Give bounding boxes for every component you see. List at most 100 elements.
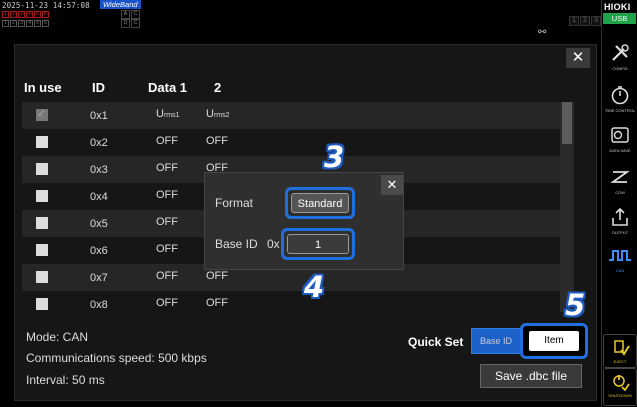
- in-use-checkbox[interactable]: [36, 217, 48, 229]
- data1-value[interactable]: OFF: [156, 243, 178, 255]
- sidebar-label: COM: [615, 190, 625, 195]
- com-icon: [610, 171, 630, 183]
- data2-value[interactable]: Urms2: [206, 108, 230, 120]
- eject-icon: [614, 340, 630, 356]
- sidebar-item-data-save[interactable]: DATA SAVE: [603, 120, 637, 160]
- table-row[interactable]: 0x2 OFF OFF: [22, 129, 560, 156]
- sidebar-item-time-control[interactable]: TIME CONTROL: [603, 80, 637, 120]
- data2-value[interactable]: OFF: [206, 270, 228, 282]
- can-icon: [609, 250, 631, 261]
- data2-sub: rms2: [213, 112, 230, 119]
- data1-value[interactable]: OFF: [156, 270, 178, 282]
- base-id-label: Base ID: [215, 237, 258, 251]
- interval-text: Interval: 50 ms: [26, 373, 105, 387]
- id-format-popup: ✕ Format Standard Base ID 0x 1: [204, 172, 404, 270]
- channel-status: 2: [580, 16, 590, 26]
- channel-indicator: 2: [10, 11, 17, 18]
- channel-indicator: 3: [18, 11, 25, 18]
- sidebar-label: TIME CONTROL: [604, 108, 636, 113]
- row-id: 0x8: [90, 299, 108, 311]
- sidebar-item-com[interactable]: COM: [603, 162, 637, 202]
- row-id: 0x3: [90, 164, 108, 176]
- header-id: ID: [92, 80, 105, 95]
- data1-value[interactable]: Urms1: [156, 108, 180, 120]
- base-id-input[interactable]: 1: [287, 234, 349, 254]
- sidebar-label: OUTPUT: [611, 230, 629, 235]
- data1-sub: rms1: [163, 112, 180, 119]
- channel-indicator: 4: [26, 11, 33, 18]
- in-use-checkbox[interactable]: [36, 298, 48, 310]
- sidebar-item-can[interactable]: CAN: [603, 242, 637, 282]
- dc-label-c: C: [131, 19, 140, 28]
- wideband-badge: WideBand: [100, 0, 141, 9]
- channel-indicator: 1: [2, 20, 9, 27]
- channel-indicator: 1: [2, 11, 9, 18]
- popup-close-button[interactable]: ✕: [381, 175, 403, 195]
- sidebar-label: DATA SAVE: [609, 148, 631, 153]
- channel-indicator: 4: [26, 20, 33, 27]
- row-id: 0x4: [90, 191, 108, 203]
- in-use-checkbox[interactable]: [36, 163, 48, 175]
- dialog-close-button[interactable]: ✕: [566, 48, 590, 68]
- format-select[interactable]: Standard: [291, 193, 349, 213]
- sidebar-item-eject[interactable]: EJECT: [603, 334, 637, 368]
- channel-indicator: 6: [42, 20, 49, 27]
- sidebar-item-config[interactable]: CONFIG: [603, 38, 637, 78]
- quick-set-base-id-button[interactable]: Base ID: [471, 328, 521, 354]
- row-id: 0x6: [90, 245, 108, 257]
- channel-status: 3: [591, 16, 601, 26]
- data2-main: U: [206, 108, 214, 120]
- mode-text: Mode: CAN: [26, 330, 89, 344]
- ac-label-c: C: [131, 10, 140, 19]
- table-row[interactable]: 0x1 Urms1 Urms2: [22, 102, 560, 129]
- save-dbc-button[interactable]: Save .dbc file: [480, 364, 582, 388]
- channel-indicator: 5: [34, 20, 41, 27]
- quick-set-item-button[interactable]: Item: [529, 331, 579, 351]
- storage-badge: USB: [603, 13, 636, 24]
- item-highlight: Item: [520, 323, 588, 359]
- dc-label-d: D: [121, 19, 130, 28]
- data1-value[interactable]: OFF: [156, 216, 178, 228]
- row-id: 0x1: [90, 110, 108, 122]
- usb-connection-icon: ⚯: [538, 27, 547, 38]
- sidebar-item-shutdown[interactable]: SHUTDOWN: [603, 368, 637, 406]
- channel-indicator: 2: [10, 20, 17, 27]
- channel-indicator: 5: [34, 11, 41, 18]
- base-id-highlight: 1: [281, 228, 355, 260]
- channel-indicators-bottom: 1 2 3 4 5 6: [2, 20, 49, 27]
- sidebar-label: CONFIG: [612, 66, 628, 71]
- in-use-checkbox[interactable]: [36, 271, 48, 283]
- in-use-checkbox[interactable]: [36, 244, 48, 256]
- ac-label-a: A: [121, 10, 130, 19]
- base-id-prefix: 0x: [267, 237, 280, 251]
- row-id: 0x7: [90, 272, 108, 284]
- data1-value[interactable]: OFF: [156, 189, 178, 201]
- channel-indicators-top: 1 2 3 4 5 6: [2, 11, 49, 18]
- timestamp: 2025-11-23 14:57:08: [2, 1, 90, 10]
- in-use-checkbox[interactable]: [36, 190, 48, 202]
- scrollbar-thumb[interactable]: [562, 102, 572, 144]
- row-id: 0x5: [90, 218, 108, 230]
- data1-value[interactable]: OFF: [156, 135, 178, 147]
- data1-value[interactable]: OFF: [156, 297, 178, 309]
- header-data1: Data 1: [148, 80, 188, 95]
- data2-value[interactable]: OFF: [206, 135, 228, 147]
- step-4-marker: 4: [304, 270, 325, 304]
- speed-text: Communications speed: 500 kbps: [26, 351, 207, 365]
- data2-value[interactable]: OFF: [206, 297, 228, 309]
- table-scrollbar[interactable]: [560, 102, 574, 312]
- sidebar-label: EJECT: [613, 359, 627, 364]
- step-3-marker: 3: [324, 140, 345, 174]
- dc-indicators-2: C: [131, 19, 140, 29]
- sidebar-label: CAN: [615, 268, 625, 273]
- row-id: 0x2: [90, 137, 108, 149]
- channel-indicator: 6: [42, 11, 49, 18]
- timer-icon: [611, 86, 629, 105]
- in-use-checkbox[interactable]: [36, 136, 48, 148]
- data1-main: U: [156, 108, 164, 120]
- in-use-checkbox[interactable]: [36, 107, 48, 121]
- dc-indicators: D: [121, 19, 130, 29]
- data1-value[interactable]: OFF: [156, 162, 178, 174]
- table-row[interactable]: 0x8 OFF OFF: [22, 291, 560, 318]
- sidebar-item-output[interactable]: OUTPUT: [603, 202, 637, 242]
